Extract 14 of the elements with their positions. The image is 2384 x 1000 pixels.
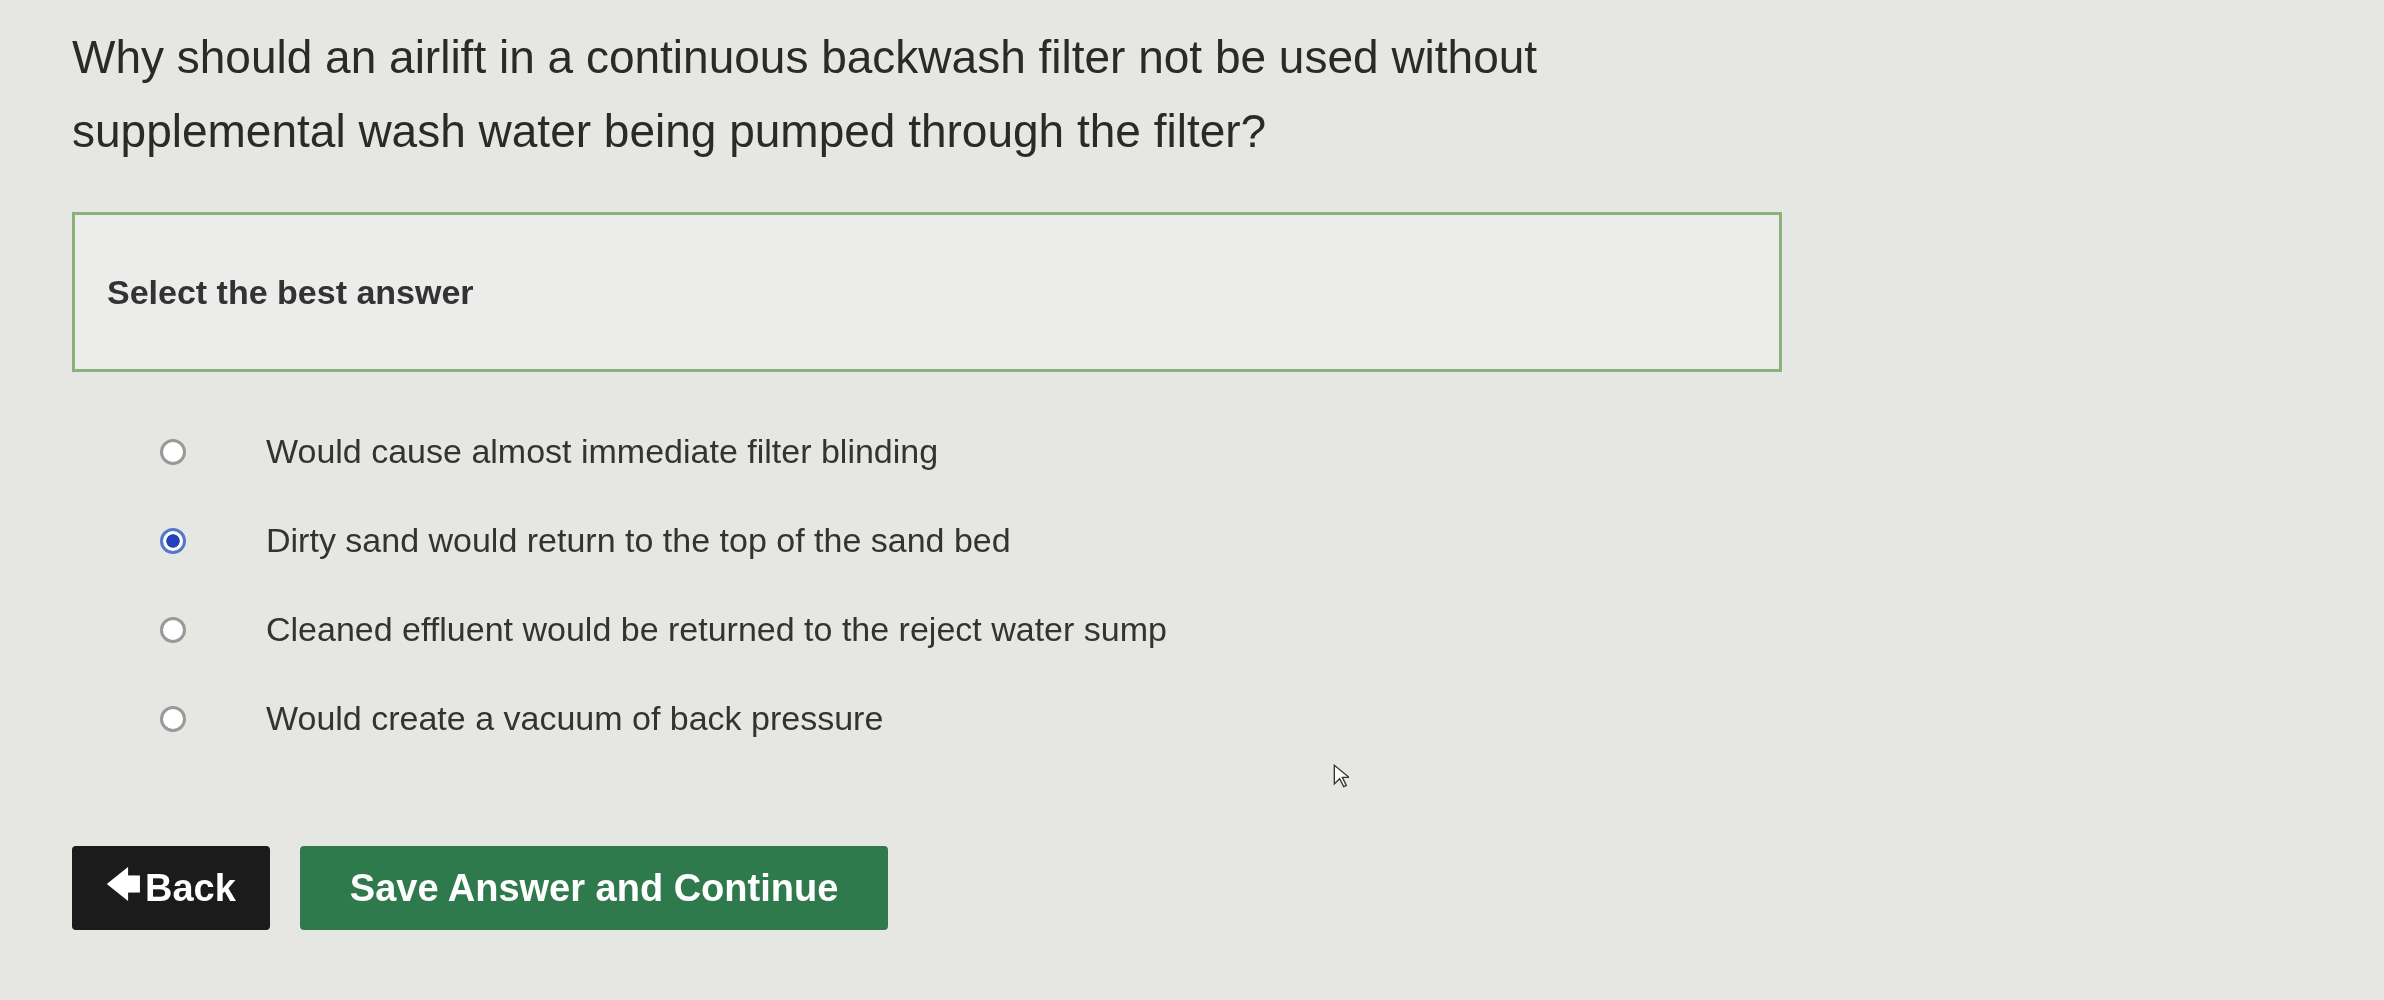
option-label[interactable]: Cleaned effluent would be returned to the reject water sump bbox=[266, 610, 1167, 649]
option-label[interactable]: Would cause almost immediate filter blinding bbox=[266, 432, 939, 471]
option-label[interactable]: Dirty sand would return to the top of the sand bed bbox=[266, 521, 1011, 560]
question-text: Why should an airlift in a continuous backwash filter not be used without supplemental wash water being pumped through the filter? bbox=[72, 30, 1539, 159]
radio-button[interactable] bbox=[160, 616, 186, 643]
radio-button[interactable] bbox=[160, 438, 186, 465]
instruction-text: Select the best answer bbox=[107, 272, 474, 312]
save-button[interactable]: Save Answer and Continue bbox=[299, 846, 889, 930]
option-label[interactable]: Would create a vacuum of back pressure bbox=[266, 699, 884, 738]
radio-button[interactable] bbox=[160, 705, 186, 732]
radio-button[interactable] bbox=[160, 527, 186, 554]
arrow-icon: 🡄 bbox=[106, 859, 141, 917]
pointer-icon bbox=[1333, 764, 1349, 788]
back-button[interactable]: 🡄Back bbox=[72, 846, 270, 930]
